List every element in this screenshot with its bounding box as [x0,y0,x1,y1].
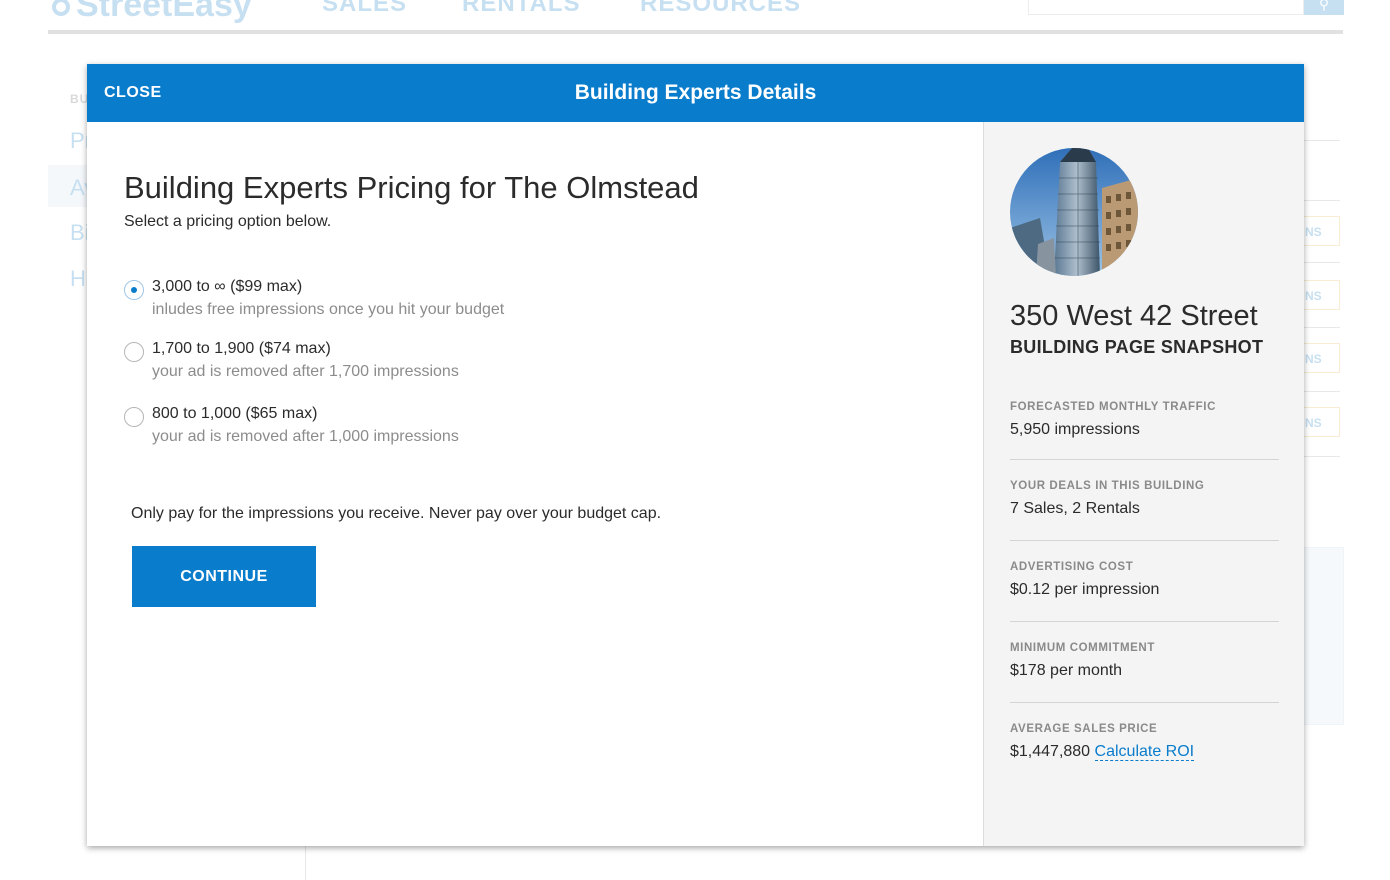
stat-average-sales-price: AVERAGE SALES PRICE $1,447,880 Calculate… [1010,723,1279,761]
page-subtitle: Select a pricing option below. [124,213,332,230]
building-address: 350 West 42 Street [1010,300,1258,332]
bg-button: NS [1300,407,1340,437]
bg-header-rule [48,30,1343,34]
building-photo [1010,148,1138,276]
stat-advertising-cost: ADVERTISING COST $0.12 per impression [1010,561,1279,599]
bg-button: NS [1300,216,1340,246]
page-title: Building Experts Pricing for The Olmstea… [124,170,699,205]
bg-divider [1300,327,1340,328]
bg-divider [1300,140,1340,141]
radio-button[interactable] [124,280,144,300]
pricing-panel: Building Experts Pricing for The Olmstea… [87,122,983,846]
nav-sales: SALES [322,0,408,17]
option-description: inludes free impressions once you hit yo… [152,301,505,318]
stat-label: AVERAGE SALES PRICE [1010,723,1158,735]
snapshot-title: BUILDING PAGE SNAPSHOT [1010,337,1264,357]
stat-value: $178 per month [1010,662,1123,679]
bg-divider [305,846,306,880]
stat-divider [1010,459,1279,460]
building-snapshot-sidebar: 350 West 42 Street BUILDING PAGE SNAPSHO… [983,122,1304,846]
nav-rentals: RENTALS [462,0,581,17]
radio-button[interactable] [124,342,144,362]
building-experts-modal: CLOSE Building Experts Details Building … [87,64,1304,846]
option-label: 1,700 to 1,900 ($74 max) [152,340,331,357]
bg-divider [1300,391,1340,392]
continue-button[interactable]: CONTINUE [132,546,316,607]
modal-header: CLOSE Building Experts Details [87,64,1304,122]
option-description: your ad is removed after 1,000 impressio… [152,428,459,445]
bg-button: NS [1300,280,1340,310]
bg-divider [1300,456,1340,457]
streeteasy-logo: StreetEasy [52,0,252,25]
average-price-value: $1,447,880 [1010,743,1091,760]
modal-title: Building Experts Details [574,81,817,104]
bg-search-input [1028,0,1304,15]
option-label: 3,000 to ∞ ($99 max) [152,278,303,295]
stat-value: 7 Sales, 2 Rentals [1010,500,1140,517]
stat-divider [1010,621,1279,622]
stat-divider [1010,702,1279,703]
building-photo-image [1010,148,1138,276]
option-description: your ad is removed after 1,700 impressio… [152,363,459,380]
budget-note: Only pay for the impressions you receive… [131,505,662,522]
radio-button[interactable] [124,407,144,427]
stat-value: $0.12 per impression [1010,581,1160,598]
stat-minimum-commitment: MINIMUM COMMITMENT $178 per month [1010,642,1279,680]
stat-label: YOUR DEALS IN THIS BUILDING [1010,480,1205,492]
option-label: 800 to 1,000 ($65 max) [152,405,318,422]
stat-monthly-traffic: FORECASTED MONTHLY TRAFFIC 5,950 impress… [1010,401,1279,439]
stat-your-deals: YOUR DEALS IN THIS BUILDING 7 Sales, 2 R… [1010,480,1279,518]
nav-resources: RESOURCES [640,0,802,17]
stat-label: FORECASTED MONTHLY TRAFFIC [1010,401,1216,413]
stat-label: MINIMUM COMMITMENT [1010,642,1155,654]
bg-divider [1300,200,1340,201]
bg-button: NS [1300,343,1340,373]
calculate-roi-link[interactable]: Calculate ROI [1094,743,1195,761]
stat-value: $1,447,880 Calculate ROI [1010,743,1279,761]
stat-value: 5,950 impressions [1010,421,1140,438]
bg-search-icon: ⚲ [1304,0,1344,15]
stat-divider [1010,540,1279,541]
bg-panel [1300,547,1344,725]
bg-divider [1300,262,1340,263]
stat-label: ADVERTISING COST [1010,561,1134,573]
logo-icon [52,0,70,17]
